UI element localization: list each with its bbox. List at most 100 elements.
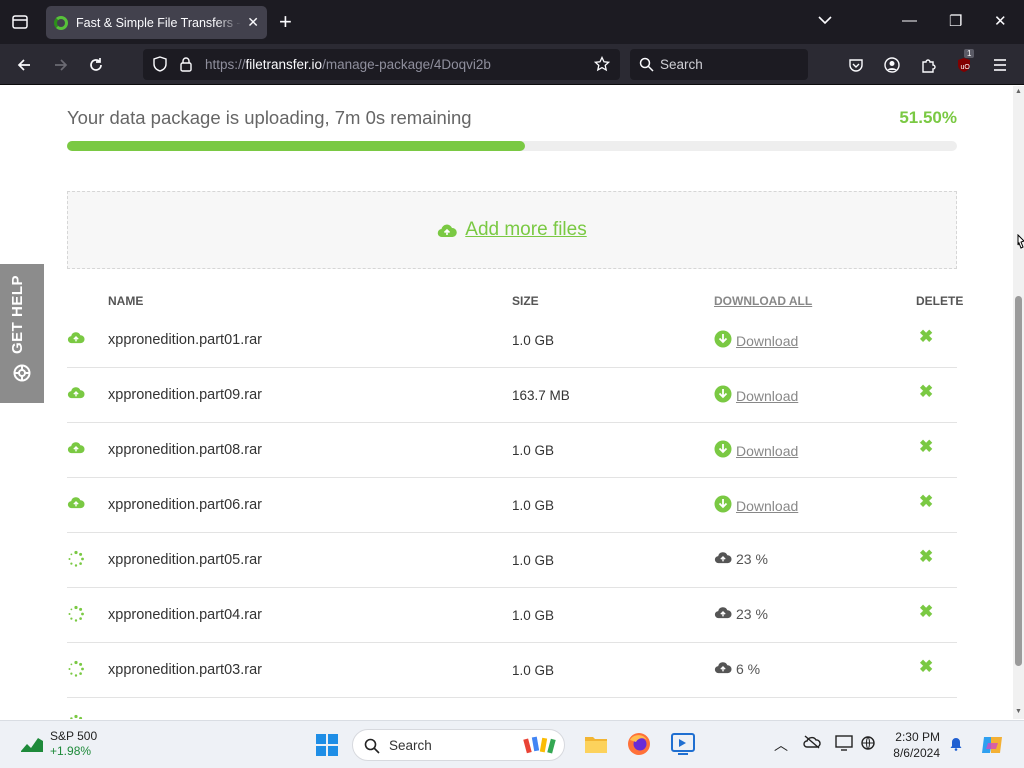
delete-x-icon[interactable]: ✖ [919,437,933,457]
column-header-name: NAME [108,294,144,308]
upload-percent: 51.50% [899,108,957,127]
download-link[interactable]: Download [736,388,798,404]
file-action[interactable]: Download [714,440,798,461]
scrollbar-thumb[interactable] [1015,296,1022,666]
svg-text:uO: uO [961,64,971,71]
delete-x-icon[interactable]: ✖ [919,382,933,402]
account-icon[interactable] [880,53,904,77]
windows-start-icon[interactable] [315,733,339,762]
upload-progress-bar [67,141,957,151]
tab-close-icon[interactable]: ✕ [247,14,259,31]
close-window-button[interactable]: ✕ [994,12,1007,30]
loading-spinner-icon [67,660,85,683]
upload-progress-text: 6 % [736,660,761,677]
delete-x-icon[interactable]: ✖ [919,657,933,677]
copilot-icon[interactable] [980,733,1004,762]
upload-progress-fill [67,141,526,151]
maximize-button[interactable]: ❐ [949,12,962,30]
notification-bell-icon[interactable] [948,735,964,754]
extension-badge: 1 [964,49,975,58]
file-action[interactable]: Download [714,495,798,516]
page-content: Your data package is uploading, 7m 0s re… [0,86,1013,719]
stock-change: +1.98% [50,744,92,758]
download-circle-icon [714,440,732,461]
scroll-down-arrow-icon[interactable]: ▼ [1015,708,1022,715]
delete-x-icon[interactable]: ✖ [919,547,933,567]
stock-widget[interactable]: S&P 500 +1.98% [20,729,97,759]
upload-progress-text: 23 % [736,605,768,622]
ublock-origin-icon[interactable]: uO 1 [952,49,976,77]
remote-desktop-icon[interactable] [670,731,696,762]
file-name: xppronedition.part06.rar [108,497,262,513]
extensions-icon[interactable] [916,53,940,77]
new-tab-button[interactable]: + [279,10,292,34]
file-name: xppronedition.part05.rar [108,552,262,568]
show-hidden-icons-chevron-icon[interactable]: ︿ [774,735,788,755]
file-action: 23 % [714,550,768,567]
file-explorer-icon[interactable] [583,731,609,762]
browser-tab-active[interactable]: Fast & Simple File Transfers - FileTrans… [46,6,267,39]
search-icon [639,57,654,77]
delete-x-icon[interactable]: ✖ [919,492,933,512]
forward-arrow-icon[interactable] [49,53,73,77]
pocket-icon[interactable] [844,53,868,77]
lock-icon[interactable] [179,56,193,77]
reload-icon[interactable] [84,53,108,77]
page-scrollbar[interactable]: ▲ ▼ [1013,86,1024,719]
loading-spinner-icon [67,714,85,719]
add-more-files-link[interactable]: Add more files [437,219,587,241]
download-link[interactable]: Download [736,498,798,514]
download-all-link[interactable]: DOWNLOAD ALL [714,294,812,308]
file-action: 6 % [714,660,760,677]
column-header-delete: DELETE [916,294,964,308]
delete-x-icon[interactable]: ✖ [919,602,933,622]
table-row: xppronedition.part08.rar 1.0 GB Download ✖ [67,423,957,478]
taskbar-clock[interactable]: 2:30 PM 8/6/2024 [880,729,940,761]
download-link[interactable]: Download [736,443,798,459]
file-action[interactable]: Download [714,385,798,406]
file-size: 163.7 MB [512,388,570,403]
address-bar[interactable]: https://filetransfer.io/manage-package/4… [143,49,620,80]
network-icon[interactable] [860,735,878,754]
minimize-button[interactable]: — [902,12,917,29]
file-name: xppronedition.part01.rar [108,332,262,348]
file-drop-zone[interactable]: Add more files [67,191,957,269]
file-size: 1.0 GB [512,443,555,458]
table-row: xppronedition.part09.rar 163.7 MB Download… [67,368,957,423]
onedrive-icon[interactable] [803,735,821,752]
file-size: 1.0 GB [512,608,555,623]
file-size: 1.0 GB [512,498,555,513]
search-highlight-icon [523,735,559,762]
browser-search-box[interactable]: Search [630,49,808,80]
get-help-label: GET HELP [9,274,26,354]
table-row: xppronedition.part01.rar 1.0 GB Download ✖ [67,313,957,368]
taskbar-search-box[interactable]: Search [352,729,565,761]
get-help-tab[interactable]: GET HELP [0,264,44,403]
loading-spinner-icon [67,605,85,628]
list-all-tabs-icon[interactable] [818,12,832,29]
back-arrow-icon[interactable] [12,53,36,77]
download-link[interactable]: Download [736,333,798,349]
browser-search-placeholder: Search [660,57,703,72]
file-name: xppronedition.part03.rar [108,662,262,678]
firefox-icon[interactable] [626,731,652,762]
table-row: xppronedition.part03.rar 1.0 GB 6 % ✖ [67,643,957,698]
tab-list-icon[interactable] [8,10,32,34]
tracking-shield-icon[interactable] [152,56,168,77]
hamburger-menu-icon[interactable] [988,53,1012,77]
display-icon[interactable] [835,735,853,754]
file-name: xppronedition.part08.rar [108,442,262,458]
file-size: 1.0 GB [512,553,555,568]
windows-taskbar: S&P 500 +1.98% Search ︿ 2:30 PM 8/6/2024 [0,720,1024,768]
scroll-up-arrow-icon[interactable]: ▲ [1015,88,1022,95]
file-action[interactable]: Download [714,330,798,351]
table-row: xppronedition.part06.rar 1.0 GB Download ✖ [67,478,957,533]
add-more-files-label: Add more files [465,219,587,240]
file-size: 1.0 GB [512,663,555,678]
cloud-upload-icon [714,550,732,567]
taskbar-search-label: Search [389,738,432,753]
url-text[interactable]: https://filetransfer.io/manage-package/4… [205,57,491,72]
bookmark-star-icon[interactable] [593,55,611,77]
delete-x-icon[interactable]: ✖ [919,327,933,347]
upload-complete-icon [67,330,85,349]
